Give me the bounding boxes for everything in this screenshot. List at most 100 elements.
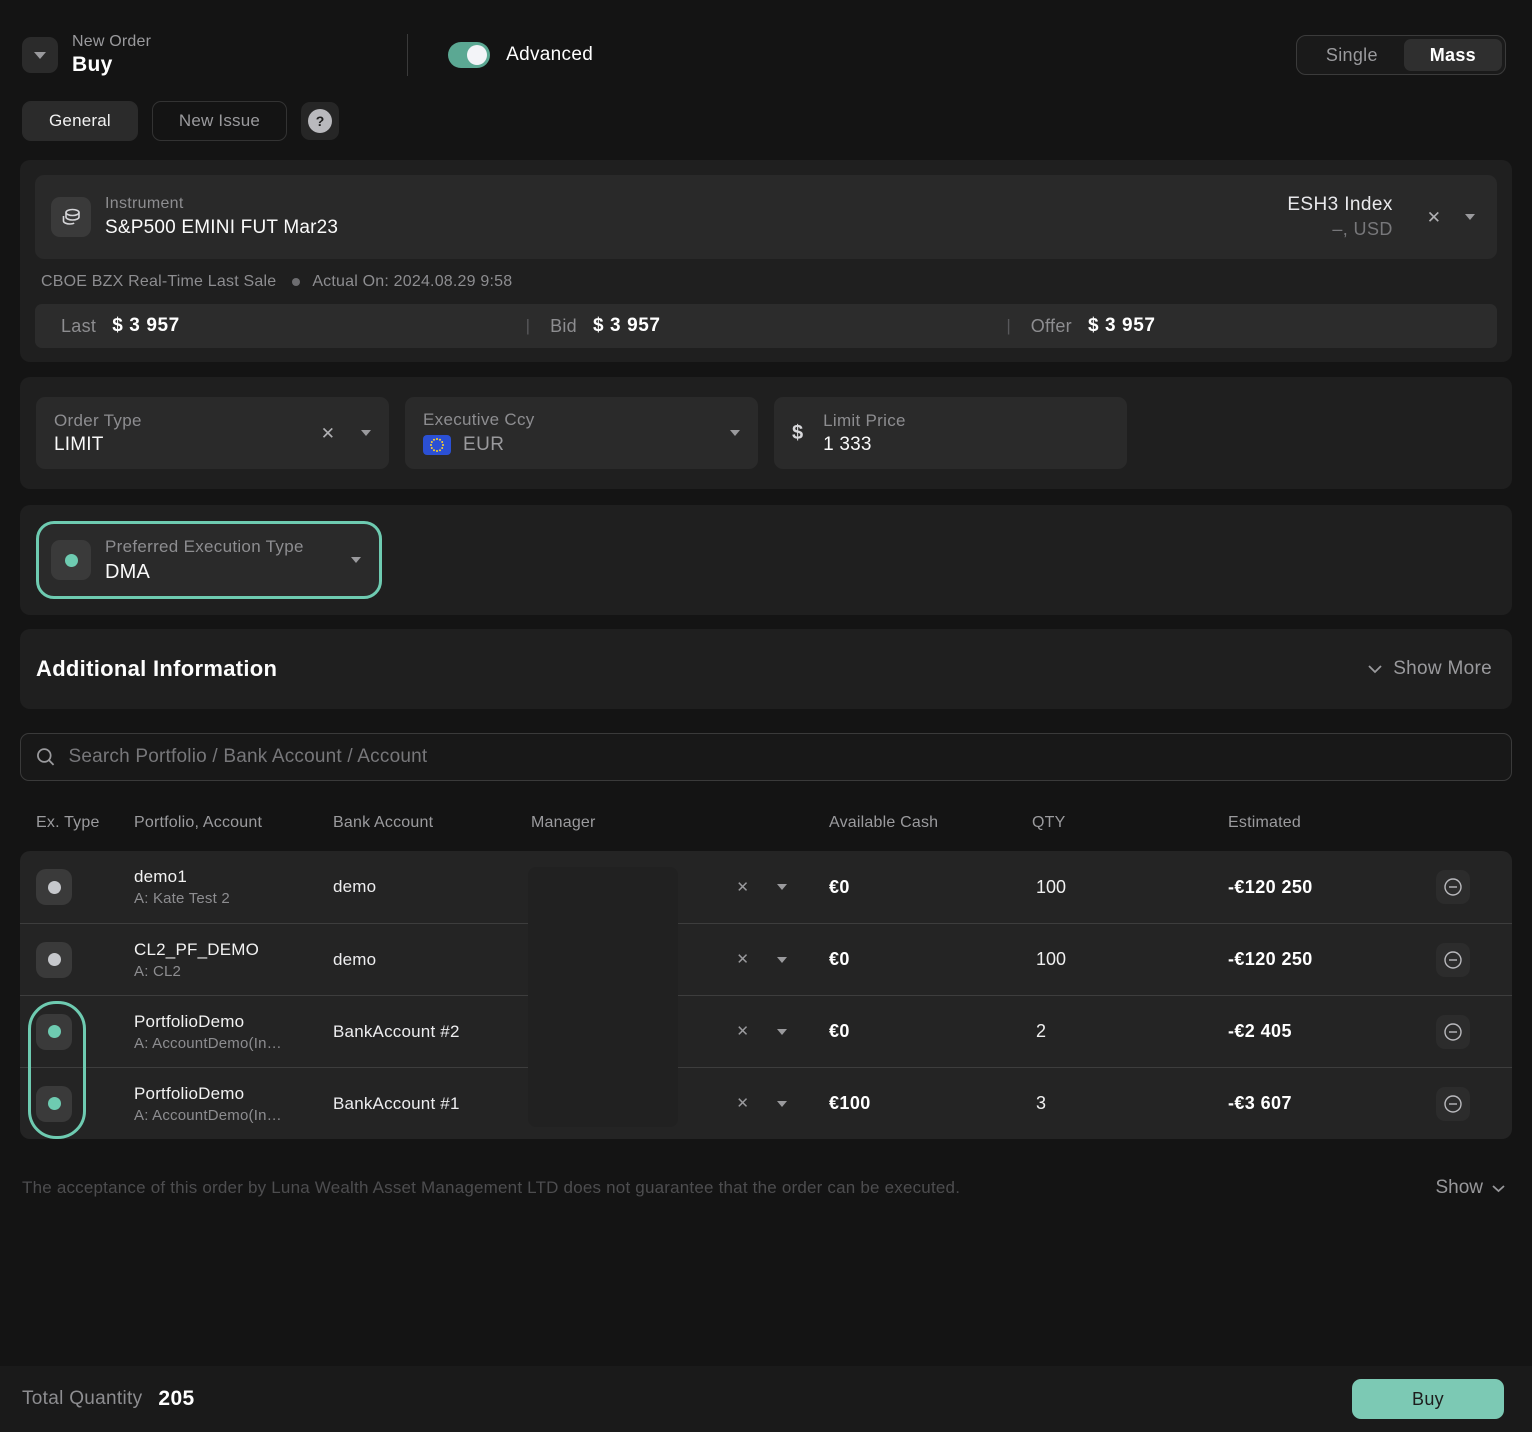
quantity-value[interactable]: 3 bbox=[1032, 1093, 1228, 1114]
instrument-name: S&P500 EMINI FUT Mar23 bbox=[105, 217, 338, 239]
price-bar: Last $ 3 957 | Bid $ 3 957 | Offer $ 3 9… bbox=[35, 304, 1497, 348]
order-type-field[interactable]: Order Type LIMIT ✕ bbox=[36, 397, 389, 469]
estimated-value: -€120 250 bbox=[1228, 877, 1436, 898]
remove-row-button[interactable] bbox=[1436, 870, 1470, 904]
quote-feed: CBOE BZX Real-Time Last Sale bbox=[41, 273, 276, 291]
chevron-down-icon[interactable] bbox=[777, 1101, 787, 1107]
advanced-toggle[interactable] bbox=[448, 42, 490, 68]
execution-dot-icon bbox=[48, 881, 61, 894]
execution-dot-icon bbox=[48, 1097, 61, 1110]
tab-new-issue[interactable]: New Issue bbox=[152, 101, 287, 141]
table-row[interactable]: PortfolioDemo A: AccountDemo(In… BankAcc… bbox=[20, 995, 1512, 1067]
mode-single-button[interactable]: Single bbox=[1300, 39, 1404, 71]
order-type-label: Order Type bbox=[54, 411, 142, 431]
chevron-down-icon[interactable] bbox=[777, 884, 787, 890]
question-mark-icon: ? bbox=[308, 109, 332, 133]
remove-row-button[interactable] bbox=[1436, 1015, 1470, 1049]
remove-row-button[interactable] bbox=[1436, 1087, 1470, 1121]
disclaimer-text: The acceptance of this order by Luna Wea… bbox=[22, 1178, 960, 1198]
instrument-coins-icon bbox=[51, 197, 91, 237]
execution-type-toggle[interactable] bbox=[36, 942, 72, 978]
last-value: $ 3 957 bbox=[112, 315, 180, 337]
execution-dot-icon bbox=[65, 554, 78, 567]
order-type-value: LIMIT bbox=[54, 434, 142, 456]
chevron-down-icon[interactable] bbox=[351, 557, 361, 563]
available-cash: €0 bbox=[829, 877, 1032, 898]
tab-general[interactable]: General bbox=[22, 101, 138, 141]
quote-meta-row: CBOE BZX Real-Time Last Sale Actual On: … bbox=[41, 271, 1497, 293]
instrument-field[interactable]: Instrument S&P500 EMINI FUT Mar23 ESH3 I… bbox=[35, 175, 1497, 259]
vertical-divider bbox=[407, 34, 408, 76]
pipe-divider: | bbox=[1006, 316, 1010, 336]
quantity-value[interactable]: 100 bbox=[1032, 877, 1228, 898]
tabs-row: General New Issue ? bbox=[22, 101, 1510, 141]
table-header: Ex. Type Portfolio, Account Bank Account… bbox=[20, 801, 1512, 845]
chevron-down-icon[interactable] bbox=[1465, 214, 1475, 220]
bid-price-cell: | Bid $ 3 957 bbox=[526, 315, 1007, 337]
pipe-divider: | bbox=[526, 316, 530, 336]
bottom-bar: Total Quantity 205 Buy bbox=[0, 1366, 1532, 1432]
executive-ccy-field[interactable]: Executive Ccy EUR bbox=[405, 397, 758, 469]
chevron-down-icon[interactable] bbox=[730, 430, 740, 436]
order-params-panel: Order Type LIMIT ✕ Executive Ccy bbox=[20, 377, 1512, 489]
execution-type-toggle[interactable] bbox=[36, 869, 72, 905]
clear-manager-icon[interactable]: ✕ bbox=[736, 952, 749, 967]
additional-information-panel: Additional Information Show More bbox=[20, 629, 1512, 709]
portfolio-name: PortfolioDemo bbox=[134, 1084, 333, 1104]
clear-instrument-icon[interactable]: ✕ bbox=[1427, 209, 1441, 226]
table-row[interactable]: PortfolioDemo A: AccountDemo(In… BankAcc… bbox=[20, 1067, 1512, 1139]
clear-manager-icon[interactable]: ✕ bbox=[736, 880, 749, 895]
execution-type-toggle[interactable] bbox=[36, 1014, 72, 1050]
chevron-down-icon bbox=[34, 52, 46, 59]
order-title: New Order Buy bbox=[72, 33, 151, 77]
buy-button[interactable]: Buy bbox=[1352, 1379, 1504, 1419]
advanced-toggle-group: Advanced bbox=[407, 34, 593, 76]
show-more-button[interactable]: Show More bbox=[1367, 658, 1492, 680]
ticker-detail: –, USD bbox=[1287, 219, 1392, 240]
order-side-dropdown-button[interactable] bbox=[22, 37, 58, 73]
clear-order-type-icon[interactable]: ✕ bbox=[321, 425, 335, 442]
minus-circle-icon bbox=[1442, 949, 1464, 971]
table-row[interactable]: demo1 A: Kate Test 2 demo ✕ €0 100 -€120… bbox=[20, 851, 1512, 923]
executive-ccy-value: EUR bbox=[463, 434, 504, 456]
execution-dot-icon bbox=[48, 953, 61, 966]
portfolio-name: demo1 bbox=[134, 867, 333, 887]
limit-price-value: 1 333 bbox=[823, 434, 906, 456]
execution-type-toggle[interactable] bbox=[36, 1086, 72, 1122]
search-input[interactable] bbox=[69, 746, 1498, 768]
total-quantity-value: 205 bbox=[158, 1387, 194, 1411]
clear-manager-icon[interactable]: ✕ bbox=[736, 1096, 749, 1111]
help-button[interactable]: ? bbox=[301, 102, 339, 140]
top-bar: New Order Buy Advanced Single Mass bbox=[22, 20, 1506, 90]
preferred-execution-type-field[interactable]: Preferred Execution Type DMA bbox=[36, 521, 382, 599]
limit-price-label: Limit Price bbox=[823, 411, 906, 431]
execution-type-panel: Preferred Execution Type DMA bbox=[20, 505, 1512, 615]
quantity-value[interactable]: 100 bbox=[1032, 949, 1228, 970]
offer-value: $ 3 957 bbox=[1088, 315, 1156, 337]
account-name: A: CL2 bbox=[134, 963, 333, 980]
order-side-label: Buy bbox=[72, 53, 151, 77]
account-name: A: AccountDemo(In… bbox=[134, 1035, 333, 1052]
show-disclaimer-button[interactable]: Show bbox=[1435, 1177, 1506, 1199]
portfolio-name: PortfolioDemo bbox=[134, 1012, 333, 1032]
limit-price-field[interactable]: $ Limit Price 1 333 bbox=[774, 397, 1127, 469]
remove-row-button[interactable] bbox=[1436, 943, 1470, 977]
available-cash: €0 bbox=[829, 1021, 1032, 1042]
execution-type-indicator bbox=[51, 540, 91, 580]
col-ex-type: Ex. Type bbox=[36, 814, 134, 832]
last-label: Last bbox=[61, 316, 96, 337]
execution-type-value: DMA bbox=[105, 561, 304, 584]
advanced-label: Advanced bbox=[506, 44, 593, 66]
chevron-down-icon[interactable] bbox=[777, 957, 787, 963]
show-more-label: Show More bbox=[1393, 658, 1492, 680]
search-bar[interactable] bbox=[20, 733, 1512, 781]
chevron-down-icon[interactable] bbox=[361, 430, 371, 436]
chevron-down-icon[interactable] bbox=[777, 1029, 787, 1035]
col-available-cash: Available Cash bbox=[829, 814, 1032, 832]
quantity-value[interactable]: 2 bbox=[1032, 1021, 1228, 1042]
clear-manager-icon[interactable]: ✕ bbox=[736, 1024, 749, 1039]
estimated-value: -€120 250 bbox=[1228, 949, 1436, 970]
instrument-label: Instrument bbox=[105, 195, 338, 213]
mode-mass-button[interactable]: Mass bbox=[1404, 39, 1502, 71]
table-row[interactable]: CL2_PF_DEMO A: CL2 demo ✕ €0 100 -€120 2… bbox=[20, 923, 1512, 995]
